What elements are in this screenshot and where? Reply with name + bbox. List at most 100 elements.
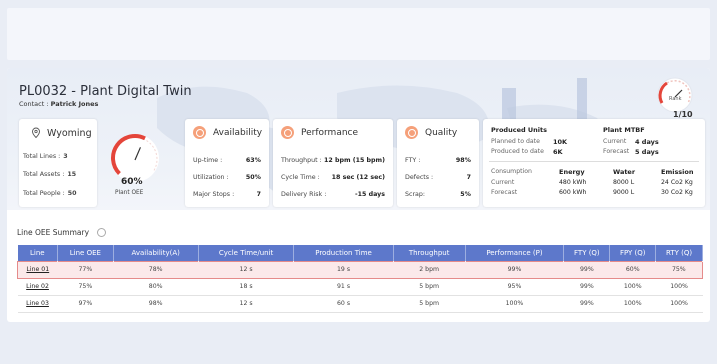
oee-card: 60% Plant OEE [101, 128, 181, 204]
energy-title: Energy [559, 168, 585, 176]
consumption-label: Consumption [491, 168, 532, 175]
table-cell: 2 bpm [393, 260, 466, 279]
table-cell: 99% [563, 278, 610, 296]
major-stops-label: Major Stops : [193, 191, 235, 198]
table-cell: 19 s [293, 260, 394, 279]
table-cell: 95% [465, 278, 564, 296]
column-header[interactable]: FTY (Q) [563, 245, 611, 261]
production-card: Produced Units Planned to date 10K Produ… [483, 119, 705, 207]
total-assets: Total Assets :15 [23, 171, 76, 178]
table-cell: 100% [609, 278, 656, 296]
total-lines-value: 3 [63, 153, 68, 160]
table-cell: 60 s [293, 295, 394, 313]
uptime-label: Up-time : [193, 157, 223, 164]
table-cell: 99% [465, 260, 564, 279]
column-header[interactable]: Line [17, 245, 59, 261]
mtbf-forecast-label: Forecast [603, 148, 630, 155]
table-cell: 97% [57, 295, 114, 313]
energy-forecast: 600 kWh [559, 189, 587, 196]
delivery-risk-value: -15 days [355, 191, 385, 198]
utilization-value: 50% [245, 174, 261, 181]
utilization-row: Utilization : 50% [193, 174, 261, 181]
info-icon[interactable] [97, 228, 106, 237]
scrap-value: 5% [460, 191, 471, 198]
oee-gauge [111, 134, 159, 182]
major-stops-row: Major Stops : 7 [193, 191, 261, 198]
delivery-risk-row: Delivery Risk : -15 days [281, 191, 385, 198]
table-cell: 80% [113, 278, 199, 296]
column-header[interactable]: RTY (Q) [655, 245, 703, 261]
table-cell: 100% [465, 295, 564, 313]
table-cell: 12 s [198, 260, 294, 279]
total-assets-label: Total Assets : [23, 171, 65, 178]
quality-icon [405, 126, 418, 139]
hero-section: PL0032 - Plant Digital Twin Contact : Pa… [7, 68, 710, 210]
table-row[interactable]: Line 01 77% 78% 12 s 19 s2 bpm 99% 99% 60% 75% [16, 260, 703, 279]
line-link-cell[interactable]: Line 03 [17, 295, 58, 313]
performance-icon [281, 126, 294, 139]
scrap-row: Scrap: 5% [405, 191, 471, 198]
quality-title: Quality [425, 127, 458, 138]
scrap-label: Scrap: [405, 191, 426, 198]
column-header[interactable]: Throughput [393, 245, 466, 261]
location-pin-icon [32, 127, 40, 139]
oee-value: 60% [121, 177, 143, 187]
table-cell: 100% [609, 295, 656, 313]
table-cell: 100% [655, 278, 703, 296]
line-link-cell[interactable]: Line 01 [16, 260, 58, 279]
table-cell: 75% [655, 260, 703, 279]
utilization-label: Utilization : [193, 174, 229, 181]
contact-name: Patrick Jones [50, 100, 99, 108]
cycle-time-label: Cycle Time : [281, 174, 320, 181]
rank-value: 1/10 [673, 110, 693, 119]
fty-label: FTY : [405, 157, 421, 164]
contact-label: Contact : [19, 100, 49, 108]
mtbf-current-value: 4 days [635, 138, 659, 146]
table-cell: 5 bpm [393, 278, 466, 296]
performance-card: Performance Throughput :12 bpm (15 bpm) … [273, 119, 393, 207]
defects-value: 7 [466, 174, 471, 181]
cycle-time-value: 18 sec (12 sec) [331, 174, 385, 181]
mtbf-forecast-value: 5 days [635, 148, 659, 156]
planned-label: Planned to date [491, 138, 540, 145]
column-header[interactable]: Cycle Time/unit [198, 245, 295, 261]
column-header[interactable]: Performance (P) [465, 245, 565, 261]
line-link[interactable]: Line 01 [26, 266, 49, 273]
table-header: Line Line OEE Availability(A) Cycle Time/un… [17, 245, 703, 261]
rank-label: Rank [669, 96, 682, 102]
total-people-label: Total People : [23, 190, 65, 197]
table-row[interactable]: Line 03 97% 98% 12 s 60 s5 bpm 100% 99% 100% 100… [17, 295, 703, 313]
major-stops-value: 7 [256, 191, 261, 198]
column-header[interactable]: Availability(A) [113, 245, 199, 261]
plant-panel: PL0032 - Plant Digital Twin Contact : Pa… [7, 68, 710, 322]
footer-area [7, 330, 710, 360]
quality-card: Quality FTY : 98% Defects : 7 Scrap: 5% [397, 119, 479, 207]
table-cell: 77% [57, 260, 114, 279]
site-name: Wyoming [47, 128, 92, 139]
site-card: Wyoming Total Lines :3 Total Assets :15 … [19, 119, 97, 207]
column-header[interactable]: FPY (Q) [609, 245, 657, 261]
total-people: Total People :50 [23, 190, 77, 197]
line-link[interactable]: Line 02 [26, 283, 49, 290]
line-link[interactable]: Line 03 [26, 300, 49, 307]
availability-icon [193, 126, 206, 139]
column-header[interactable]: Production Time [293, 245, 394, 261]
rank-gauge-icon [657, 77, 693, 113]
table-cell: 100% [655, 295, 703, 313]
total-assets-value: 15 [67, 171, 77, 178]
throughput-label: Throughput : [281, 157, 322, 164]
total-lines: Total Lines :3 [23, 153, 68, 160]
availability-title: Availability [213, 127, 263, 138]
emission-forecast: 30 Co2 Kg [661, 189, 693, 196]
line-link-cell[interactable]: Line 02 [17, 278, 58, 296]
throughput-value: 12 bpm (15 bpm) [323, 157, 385, 164]
produced-label: Produced to date [491, 148, 544, 155]
table-row[interactable]: Line 02 75% 80% 18 s 91 s5 bpm 95% 99% 100% 100% [17, 278, 703, 296]
table-cell: 98% [113, 295, 199, 313]
emission-current: 24 Co2 Kg [661, 179, 693, 186]
column-header[interactable]: Line OEE [57, 245, 114, 261]
planned-value: 10K [553, 138, 568, 146]
total-lines-label: Total Lines : [23, 153, 61, 160]
current-label: Current [491, 179, 515, 186]
forecast-label: Forecast [491, 189, 518, 196]
